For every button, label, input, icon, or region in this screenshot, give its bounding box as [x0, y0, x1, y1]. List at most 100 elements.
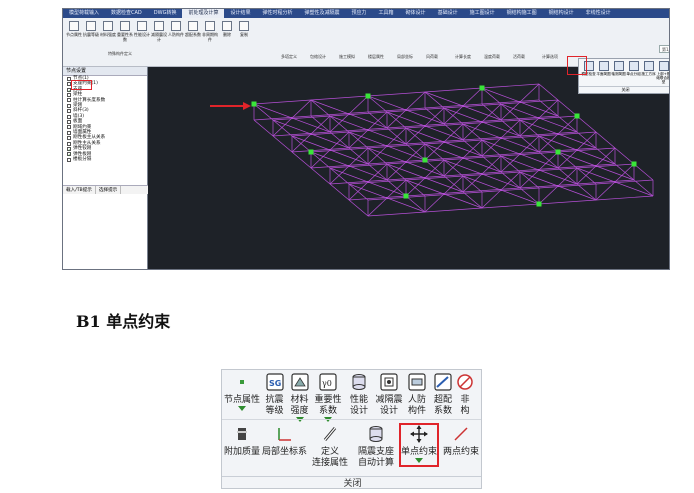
ribbon-group-label: 计算选项 — [542, 54, 558, 59]
ribbon-button-label: 非 — [460, 394, 470, 404]
ribbon-tab[interactable]: 模型荷载输入 — [63, 9, 105, 18]
support-node[interactable] — [251, 101, 257, 107]
popup-menu-item[interactable]: 轴测简图 — [611, 61, 626, 76]
ribbon-button[interactable]: γ0 重要性 系数 — [312, 373, 344, 422]
checkbox[interactable] — [67, 130, 71, 135]
checkbox[interactable] — [67, 103, 71, 108]
panel-tab[interactable]: 选择提示 — [96, 186, 122, 194]
software-screenshot-bottom: 节点属性 SG 抗震 等级 材料 强度 γ0 重要性 系数 性能 设计 减隔震 设计 人防 构件 超配 系数非构… — [221, 369, 482, 489]
checkbox[interactable] — [67, 157, 71, 162]
ribbon-button[interactable]: 减隔震设计 — [151, 21, 167, 42]
support-node[interactable] — [555, 149, 561, 155]
ribbon-button[interactable]: 节点属性 — [66, 21, 82, 37]
ribbon-button[interactable]: 非周期构件 — [202, 21, 218, 42]
ribbon-tab[interactable]: 非线性设计 — [580, 9, 617, 18]
checklist-item[interactable]: 楼板分隔 — [63, 157, 147, 162]
popup-footer[interactable]: 关闭 — [579, 86, 669, 93]
ribbon-button[interactable]: 重要性系数 — [117, 21, 133, 42]
ribbon-button[interactable]: 附加质量 — [224, 425, 260, 457]
ribbon-button-label: 连接属性 — [311, 457, 348, 467]
ribbon-tab[interactable]: 钢结构设计 — [543, 9, 580, 18]
ribbon-button[interactable]: 非构 — [456, 373, 474, 416]
ribbon-button-label: 材料强度 — [100, 32, 116, 37]
support-node[interactable] — [574, 113, 580, 119]
truss-member — [595, 195, 654, 201]
truss-member — [310, 167, 331, 185]
ribbon-tab[interactable]: 前处理及计算 — [182, 9, 225, 18]
popup-menu-item[interactable]: 单点分组 — [626, 61, 641, 76]
ribbon-tab[interactable]: 弹性时程分析 — [256, 9, 298, 18]
floor-select[interactable]: 第1层(标高25.5m) — [659, 45, 669, 53]
popup-menu-item[interactable]: 平面简图 — [596, 61, 611, 76]
dropdown-arrow-icon[interactable] — [238, 406, 246, 411]
checkbox[interactable] — [67, 109, 71, 114]
ribbon-tab[interactable]: 工具箱 — [373, 9, 400, 18]
truss-member — [538, 199, 597, 205]
checkbox[interactable] — [67, 98, 71, 103]
ribbon-button[interactable]: 性能设计 — [344, 373, 374, 416]
pointer-arrow — [210, 102, 251, 110]
ribbon-button[interactable]: 隔震支座 自动计算 — [355, 425, 397, 468]
support-node[interactable] — [365, 93, 371, 99]
ribbon-button[interactable]: 性能设计 — [134, 21, 150, 37]
checkbox[interactable] — [67, 119, 71, 124]
ribbon-tab[interactable]: 预应力 — [346, 9, 373, 18]
ribbon-button[interactable]: 材料强度 — [287, 373, 312, 422]
popup-menu-item[interactable]: 施工方序 — [641, 61, 656, 76]
support-node[interactable] — [308, 149, 314, 155]
ribbon-group-label: 活荷载 — [513, 54, 525, 59]
ribbon-tab[interactable]: 砌体设计 — [400, 9, 432, 18]
ribbon-button[interactable]: 局部坐标系 — [262, 425, 307, 457]
support-node[interactable] — [536, 201, 542, 207]
support-node[interactable] — [422, 157, 428, 163]
ribbon-button[interactable]: SG 抗震 等级 — [262, 373, 287, 416]
ribbon-button-label: 非周期构件 — [202, 32, 218, 42]
checkbox[interactable] — [67, 136, 71, 141]
popup-menu-item-label: 施工方序 — [641, 72, 656, 76]
bearing-icon — [355, 425, 397, 446]
checkbox[interactable] — [67, 141, 71, 146]
checkbox[interactable] — [67, 114, 71, 119]
support-node[interactable] — [479, 85, 485, 91]
ribbon-button[interactable]: 人防构件 — [404, 373, 430, 416]
material-icon — [287, 373, 312, 394]
ribbon-tab[interactable]: DWG转换 — [148, 9, 183, 18]
panel-tab[interactable]: 载入/TB提示 — [63, 186, 96, 194]
popup-menu-item[interactable]: 上部+基础联合模型 — [656, 61, 669, 84]
truss-member — [367, 211, 426, 217]
ribbon-button[interactable]: 删除 — [219, 21, 235, 37]
ribbon-tab[interactable]: 施工图设计 — [464, 9, 501, 18]
ribbon-tab[interactable]: 钢结构施工图 — [501, 9, 543, 18]
ribbon-button[interactable]: 材料强度 — [100, 21, 116, 37]
truss-wireframe — [253, 83, 654, 217]
display-settings-panel: 节点设置 节点(1) 支座约束(1) ✓ 支座 梁柱 柱计算长度系数 梁刚 斜杆(3) 墙(3)… — [63, 67, 148, 269]
ribbon-button[interactable]: 节点属性 — [222, 373, 262, 411]
checkbox[interactable] — [67, 125, 71, 130]
checkbox[interactable] — [67, 92, 71, 97]
ribbon-button[interactable]: 人防构件 — [168, 21, 184, 37]
tool-icon — [86, 21, 96, 31]
ribbon-button[interactable]: 超配系数 — [430, 373, 456, 416]
support-node[interactable] — [631, 161, 637, 167]
popup-menu-item-label: 平面简图 — [596, 72, 611, 76]
ribbon-tab[interactable]: 数据检查CAD — [105, 9, 148, 18]
ribbon-tab[interactable]: 基础设计 — [432, 9, 464, 18]
checkbox[interactable]: ✓ — [67, 152, 71, 157]
view-icon — [628, 61, 639, 71]
ribbon-button[interactable]: 抗震等级 — [83, 21, 99, 37]
ribbon-button[interactable]: 复制 — [236, 21, 252, 37]
truss-member — [291, 151, 312, 169]
ribbon-button[interactable]: 两点约束 — [441, 425, 481, 457]
tool-icon — [120, 21, 130, 31]
ribbon-button[interactable]: 超配系数 — [185, 21, 201, 37]
checkbox[interactable]: ✓ — [67, 146, 71, 151]
close-bar[interactable]: 关闭 — [222, 476, 481, 488]
ribbon-tab[interactable]: 弹塑性及减隔震 — [299, 9, 346, 18]
truss-member — [481, 83, 540, 89]
ribbon-tab[interactable]: 设计结果 — [224, 9, 256, 18]
support-node[interactable] — [403, 193, 409, 199]
model-viewport[interactable] — [210, 67, 670, 270]
ribbon-button[interactable]: 定义 连接属性 — [308, 425, 352, 468]
ribbon-button[interactable]: 减隔震设计 — [374, 373, 404, 416]
two-point-constraint-icon — [441, 425, 481, 446]
